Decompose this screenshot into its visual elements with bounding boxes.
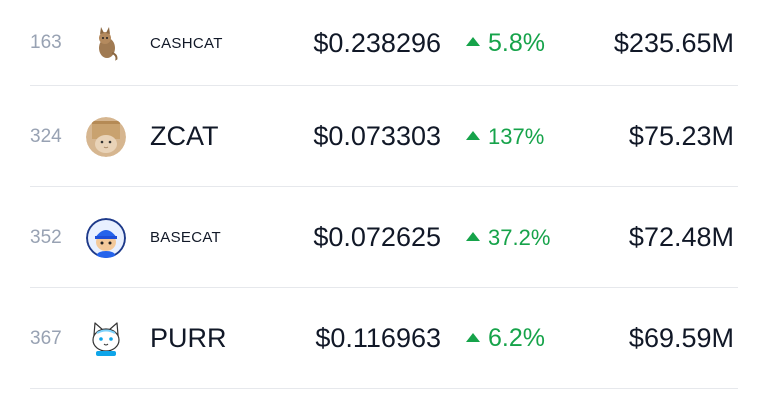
- token-name[interactable]: PURR: [150, 288, 227, 389]
- up-triangle-icon: [466, 130, 480, 140]
- up-triangle-icon: [466, 332, 480, 342]
- up-triangle-icon: [466, 37, 480, 46]
- token-price: $0.073303: [313, 121, 441, 151]
- token-price: $0.116963: [315, 323, 441, 353]
- token-row[interactable]: 367 PURR $0.116963 6.2% $69.59M: [0, 288, 768, 389]
- token-price: $0.238296: [313, 27, 441, 58]
- token-row[interactable]: 163 CASHCAT $0.238296 5.8% $235.65M: [0, 0, 768, 86]
- token-name[interactable]: CASHCAT: [150, 0, 223, 86]
- price-change: 37.2%: [466, 187, 550, 288]
- change-value: 6.2%: [488, 324, 545, 352]
- market-cap: $72.48M: [628, 222, 734, 252]
- change-value: 37.2%: [488, 224, 551, 250]
- cat-icon: [86, 23, 126, 63]
- price-change: 5.8%: [466, 0, 545, 86]
- change-value: 137%: [488, 123, 545, 149]
- price-change: 6.2%: [466, 288, 545, 389]
- change-value: 5.8%: [488, 28, 545, 57]
- market-cap: $235.65M: [613, 27, 734, 58]
- rank: 352: [30, 226, 62, 248]
- rank: 367: [30, 327, 62, 349]
- token-row[interactable]: 324 ZCAT $0.073303 137% $75.23M: [0, 86, 768, 187]
- token-price: $0.072625: [313, 222, 441, 252]
- token-row[interactable]: 352 BASECAT $0.072625 37.2% $72.48M: [0, 187, 768, 288]
- market-cap: $69.59M: [628, 323, 734, 353]
- box-cat-icon: [86, 116, 126, 157]
- token-name[interactable]: ZCAT: [150, 86, 219, 187]
- token-name[interactable]: BASECAT: [150, 187, 221, 288]
- blue-cat-icon: [86, 217, 126, 258]
- rank: 324: [30, 125, 62, 147]
- rank: 163: [30, 32, 62, 53]
- market-cap: $75.23M: [628, 121, 734, 151]
- white-cat-icon: [86, 318, 126, 359]
- token-list: 163 CASHCAT $0.238296 5.8% $235.65M 324: [0, 0, 768, 389]
- price-change: 137%: [466, 86, 544, 187]
- up-triangle-icon: [466, 231, 480, 241]
